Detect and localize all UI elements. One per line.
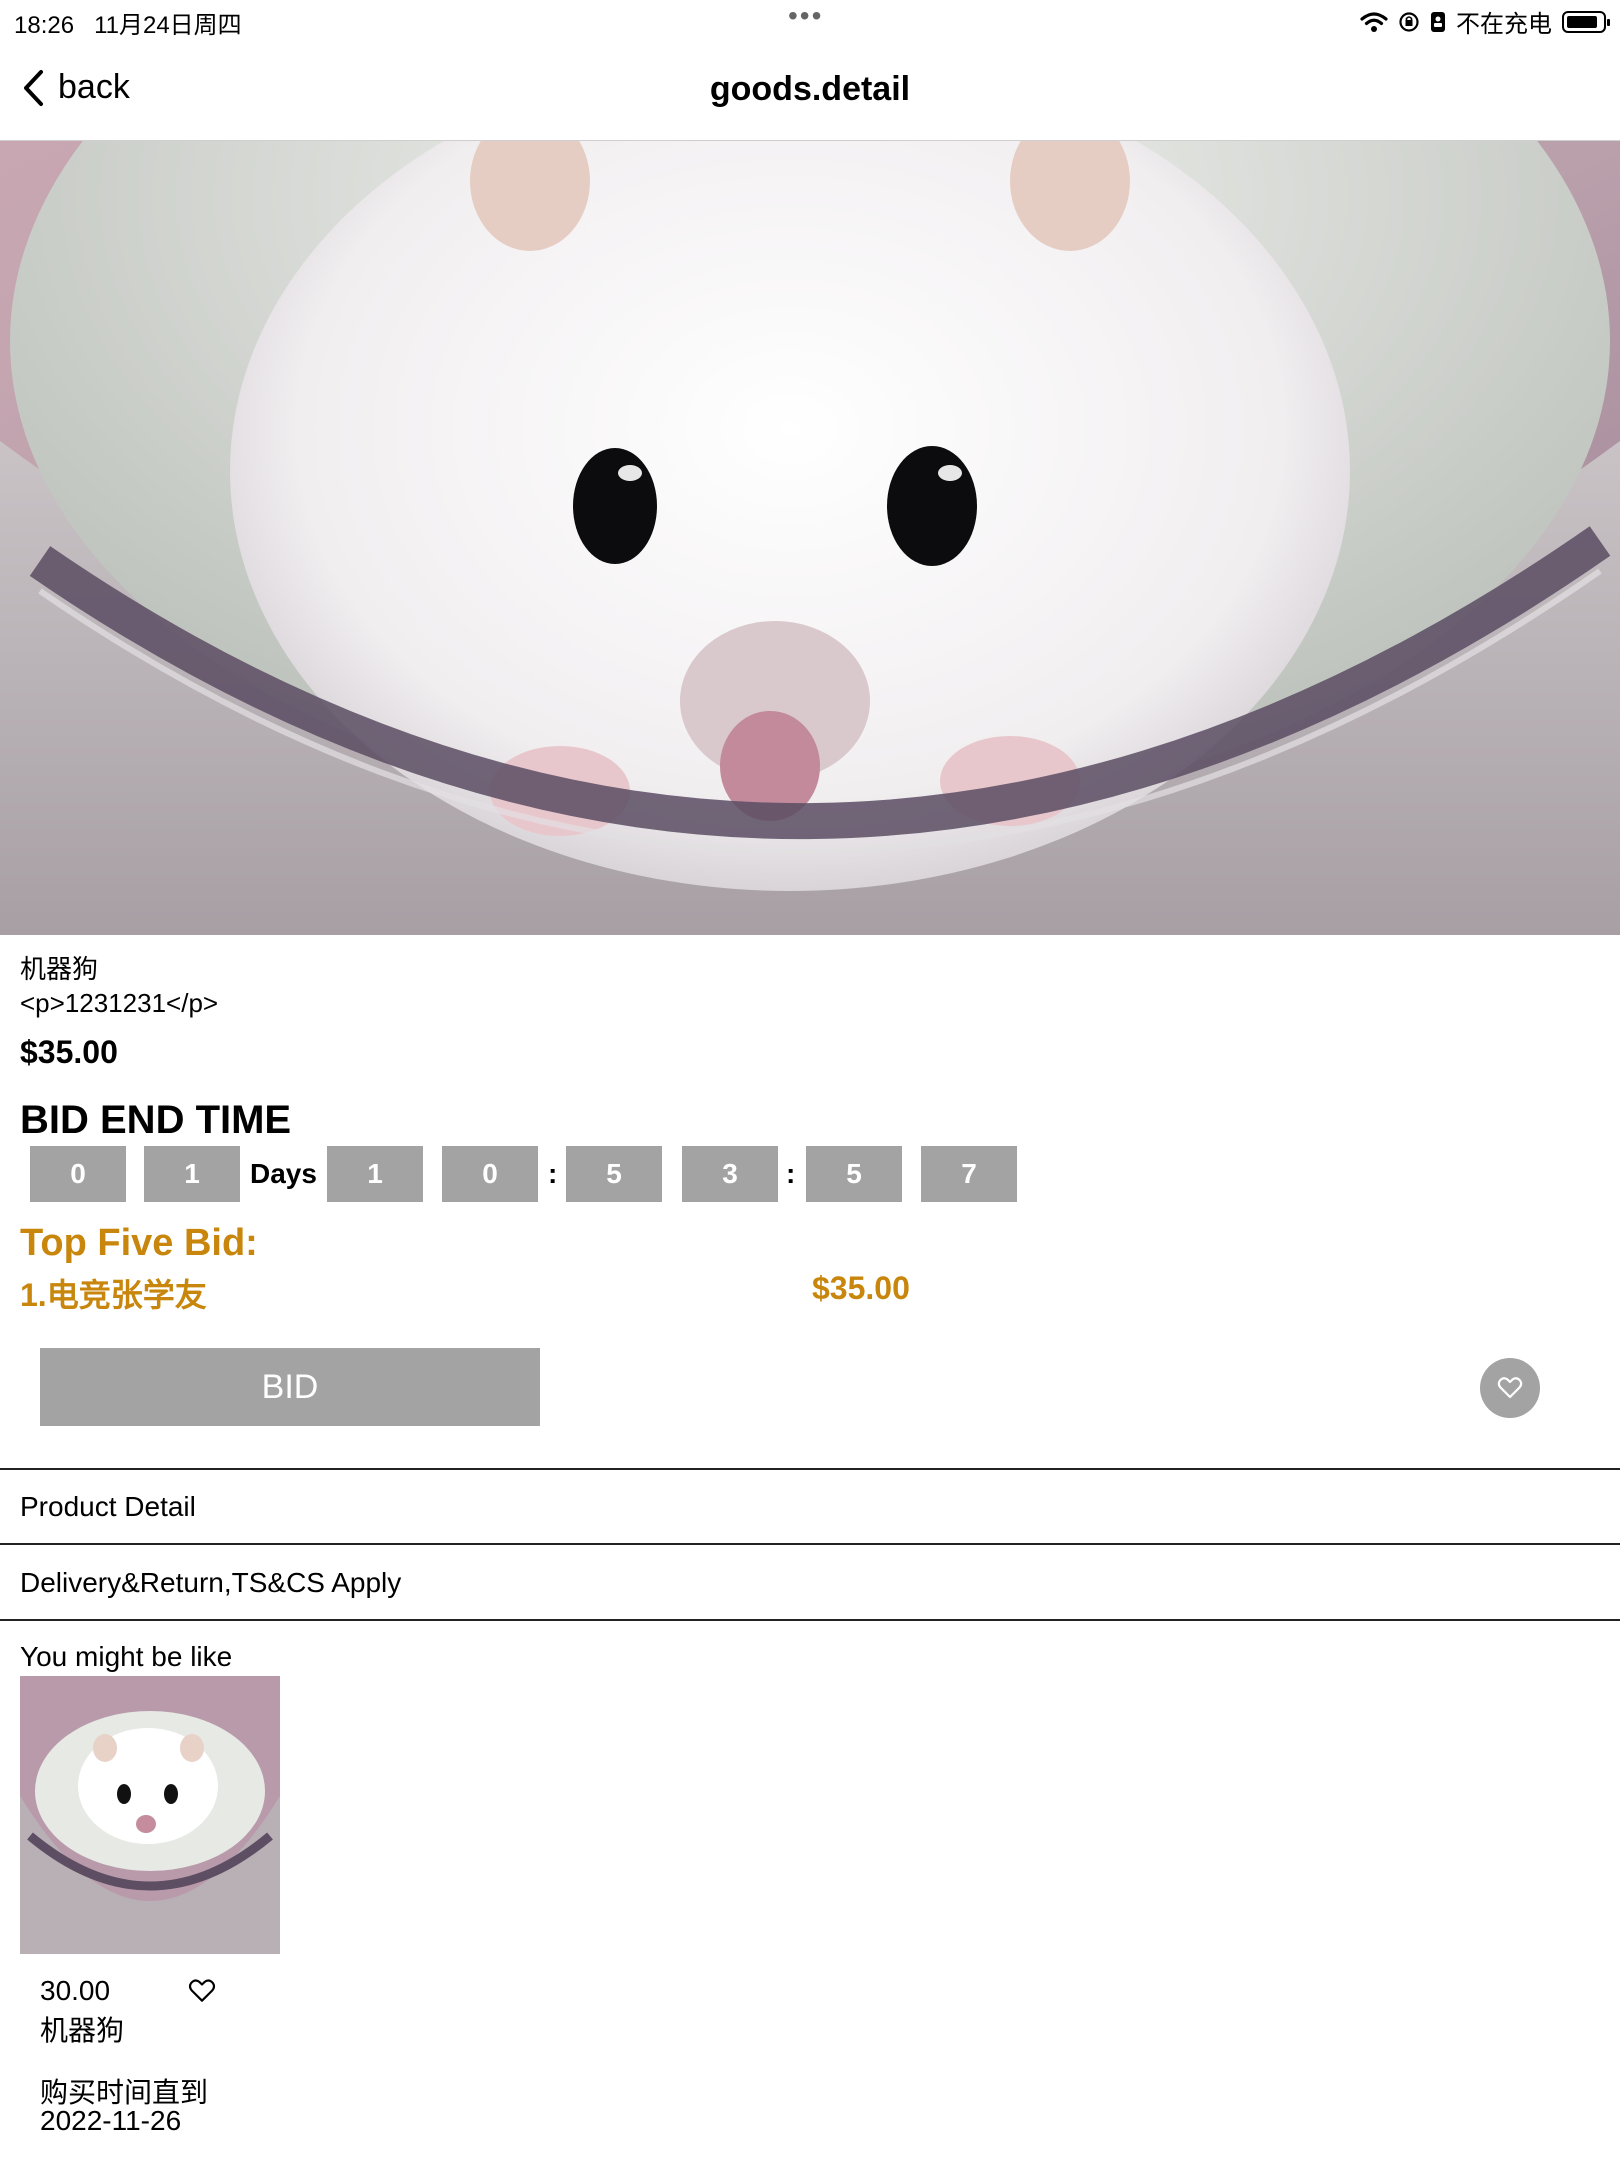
wifi-icon	[1360, 11, 1388, 32]
battery-icon	[1562, 10, 1610, 33]
product-description: <p>1231231</p>	[20, 988, 219, 1018]
page-title: goods.detail	[709, 70, 911, 108]
bid-button[interactable]: BID	[40, 1348, 540, 1426]
product-image	[0, 141, 1620, 935]
countdown-digit: 5	[566, 1146, 662, 1202]
status-bar: 18:26 11月24日周四 ••• 不在充电	[0, 0, 1620, 40]
product-name: 机器狗	[20, 954, 99, 984]
status-time: 18:26 11月24日周四	[14, 12, 242, 39]
navigation-bar: back goods.detail	[0, 40, 1620, 141]
delivery-return-row[interactable]: Delivery&Return,TS&CS Apply	[20, 1567, 401, 1599]
divider	[0, 1543, 1620, 1545]
divider	[0, 1619, 1620, 1621]
product-detail-row[interactable]: Product Detail	[20, 1491, 196, 1523]
countdown-digit: 1	[327, 1146, 423, 1202]
status-right: 不在充电	[1360, 4, 1610, 39]
days-label: Days	[250, 1158, 317, 1189]
suggestion-until-date: 2022-11-26	[40, 2105, 182, 2136]
orientation-lock-icon	[1399, 11, 1419, 32]
product-price: $35.00	[20, 1034, 118, 1070]
suggestion-card-image[interactable]	[20, 1676, 280, 1954]
charging-status: 不在充电	[1456, 11, 1552, 38]
countdown-digit: 1	[144, 1146, 240, 1202]
suggestions-title: You might be like	[20, 1641, 233, 1672]
bidder-name: 1.电竞张学友	[20, 1277, 207, 1313]
suggestion-name: 机器狗	[40, 2015, 125, 2046]
time-separator: :	[548, 1158, 558, 1189]
product-info: 机器狗 <p>1231231</p> $35.00	[20, 952, 1600, 1071]
time-separator: :	[786, 1158, 796, 1189]
countdown-digit: 5	[806, 1146, 902, 1202]
bid-end-time-title: BID END TIME	[20, 1098, 292, 1142]
countdown-digit: 0	[30, 1146, 126, 1202]
divider	[0, 1468, 1620, 1470]
suggestion-price: 30.00	[40, 1975, 111, 2006]
multitasking-dots-icon[interactable]: •••	[788, 0, 823, 32]
countdown-digit: 0	[442, 1146, 538, 1202]
top-five-bid-title: Top Five Bid:	[20, 1222, 258, 1264]
bid-amount: $35.00	[812, 1270, 910, 1306]
countdown-digit: 7	[921, 1146, 1017, 1202]
heart-icon[interactable]	[188, 1978, 216, 2009]
heart-icon	[1497, 1377, 1523, 1399]
bid-entry: 1.电竞张学友 $35.00	[20, 1270, 1020, 1316]
id-badge-icon	[1431, 11, 1445, 32]
favorite-button[interactable]	[1480, 1358, 1540, 1418]
countdown-digit: 3	[682, 1146, 778, 1202]
